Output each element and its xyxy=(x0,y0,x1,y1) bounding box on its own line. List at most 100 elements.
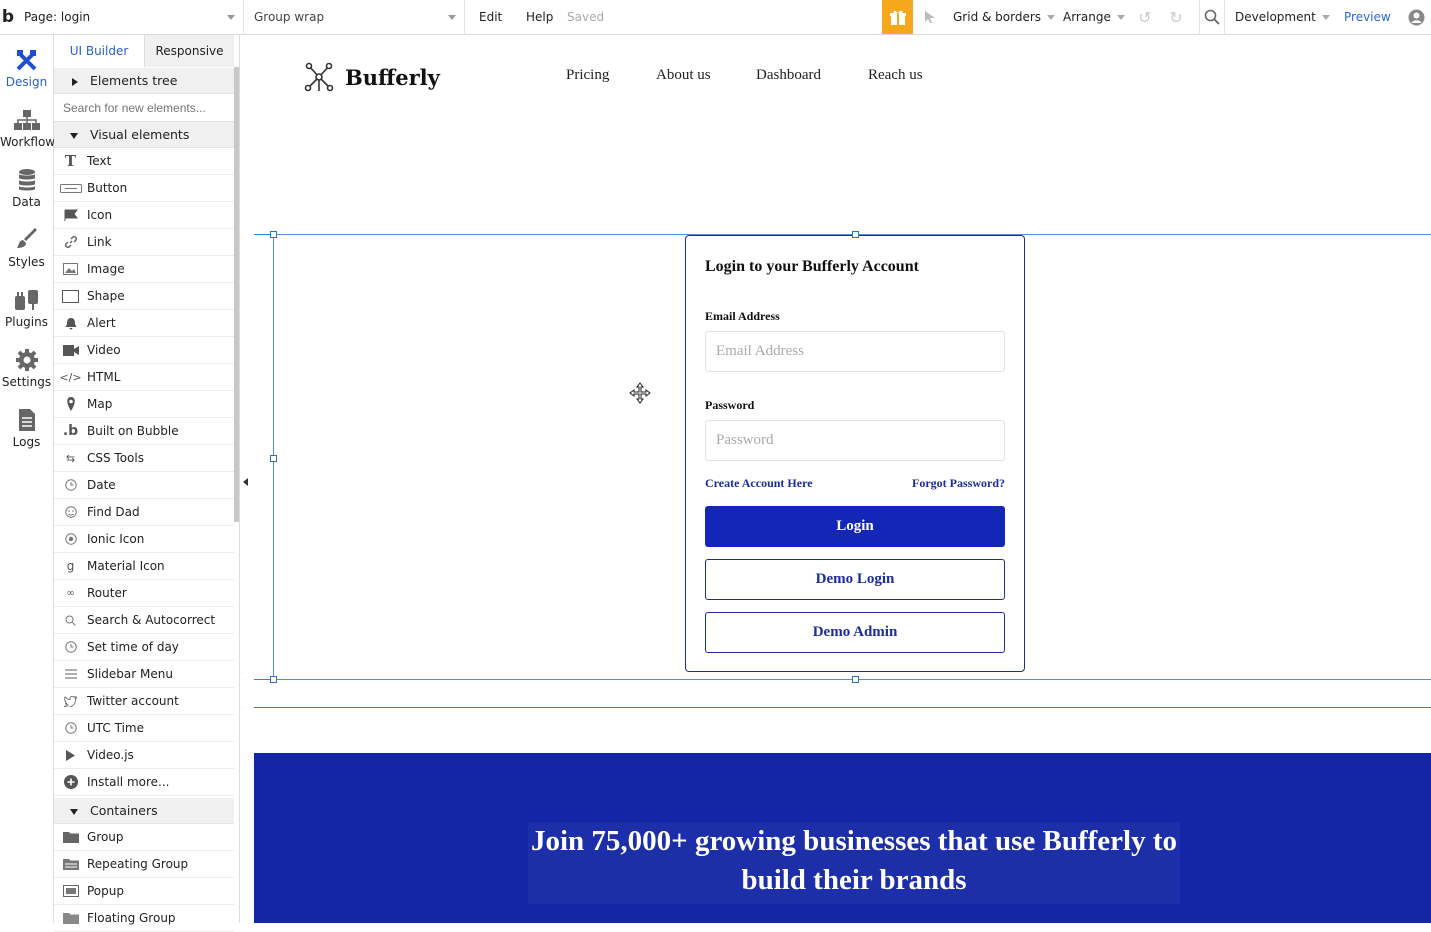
brand-name: Bufferly xyxy=(345,64,440,90)
list-item[interactable]: Ionic Icon xyxy=(54,526,234,553)
login-button[interactable]: Login xyxy=(705,506,1005,547)
list-item[interactable]: Popup xyxy=(54,878,234,905)
list-item-label: Built on Bubble xyxy=(87,424,179,438)
gift-icon xyxy=(889,10,906,25)
list-item[interactable]: Date xyxy=(54,472,234,499)
list-item[interactable]: .b Built on Bubble xyxy=(54,418,234,445)
nav-data-label: Data xyxy=(12,195,41,209)
list-item[interactable]: Alert xyxy=(54,310,234,337)
list-item[interactable]: ⇆ CSS Tools xyxy=(54,445,234,472)
chevron-down-icon xyxy=(1116,14,1125,20)
list-item[interactable]: Find Dad xyxy=(54,499,234,526)
list-item[interactable]: Icon xyxy=(54,202,234,229)
gift-button[interactable] xyxy=(882,0,913,34)
containers-toggle[interactable]: Containers xyxy=(54,798,234,824)
nav-settings[interactable]: Settings xyxy=(0,340,53,400)
list-item-label: Button xyxy=(87,181,128,195)
nav-design[interactable]: Design xyxy=(0,40,53,100)
nav-data[interactable]: Data xyxy=(0,160,53,220)
environment-selector[interactable]: Development xyxy=(1235,0,1330,34)
element-search-input[interactable] xyxy=(54,95,234,122)
search-button[interactable] xyxy=(1199,0,1225,34)
list-item[interactable]: ∞ Router xyxy=(54,580,234,607)
nav-reach-us[interactable]: Reach us xyxy=(868,67,923,84)
folder-icon xyxy=(54,831,87,843)
page-selector[interactable]: Page: login xyxy=(16,0,244,34)
list-item[interactable]: UTC Time xyxy=(54,715,234,742)
nav-about-us[interactable]: About us xyxy=(656,67,711,84)
password-field[interactable] xyxy=(705,420,1005,461)
collapse-panel-icon[interactable] xyxy=(243,478,248,486)
list-item[interactable]: Video xyxy=(54,337,234,364)
list-item-label: Slidebar Menu xyxy=(87,667,173,681)
list-item[interactable]: Set time of day xyxy=(54,634,234,661)
list-item[interactable]: Video.js xyxy=(54,742,234,769)
list-item-label: Router xyxy=(87,586,127,600)
list-item[interactable]: Image xyxy=(54,256,234,283)
account-button[interactable] xyxy=(1405,0,1427,34)
demo-login-button[interactable]: Demo Login xyxy=(705,559,1005,600)
list-item[interactable]: Install more... xyxy=(54,769,234,796)
email-field[interactable] xyxy=(705,331,1005,372)
nav-workflow-label: Workflow xyxy=(0,135,56,149)
chevron-down-icon xyxy=(1047,14,1056,20)
edit-menu[interactable]: Edit xyxy=(479,0,502,34)
list-item[interactable]: Twitter account xyxy=(54,688,234,715)
preview-button[interactable]: Preview xyxy=(1344,0,1391,34)
list-item-label: Twitter account xyxy=(87,694,179,708)
tab-responsive[interactable]: Responsive xyxy=(143,35,234,67)
list-item[interactable]: Group xyxy=(54,824,234,851)
inspect-button[interactable] xyxy=(920,0,940,34)
nav-pricing[interactable]: Pricing xyxy=(566,67,609,84)
resize-handle[interactable] xyxy=(852,231,859,238)
demo-admin-button[interactable]: Demo Admin xyxy=(705,612,1005,653)
list-item[interactable]: Floating Group xyxy=(54,905,234,932)
list-item-label: Video.js xyxy=(87,748,134,762)
cta-headline: Join 75,000+ growing businesses that use… xyxy=(531,825,1177,896)
list-item[interactable]: g Material Icon xyxy=(54,553,234,580)
bubble-logo[interactable]: b xyxy=(0,0,16,34)
nav-workflow[interactable]: Workflow xyxy=(0,100,56,160)
nav-plugins[interactable]: Plugins xyxy=(0,280,53,340)
panel-scrollbar[interactable] xyxy=(234,67,239,522)
resize-handle[interactable] xyxy=(852,676,859,683)
top-toolbar: b Page: login Group wrap Edit Help Saved… xyxy=(0,0,1431,35)
redo-button[interactable]: ↻ xyxy=(1166,0,1186,34)
visual-elements-toggle[interactable]: Visual elements xyxy=(54,122,234,148)
create-account-link[interactable]: Create Account Here xyxy=(705,476,813,491)
list-item[interactable]: Slidebar Menu xyxy=(54,661,234,688)
list-item-label: HTML xyxy=(87,370,121,384)
list-item[interactable]: Shape xyxy=(54,283,234,310)
list-item[interactable]: Link xyxy=(54,229,234,256)
list-item[interactable]: Search & Autocorrect xyxy=(54,607,234,634)
nav-logs[interactable]: Logs xyxy=(0,400,53,460)
panel-tabs: UI Builder Responsive xyxy=(54,35,234,67)
clock-icon xyxy=(54,722,87,734)
arrange-menu[interactable]: Arrange xyxy=(1063,0,1125,34)
list-item[interactable]: </> HTML xyxy=(54,364,234,391)
list-item[interactable]: T Text xyxy=(54,148,234,175)
pointer-icon xyxy=(925,11,935,23)
help-menu[interactable]: Help xyxy=(526,0,553,34)
resize-handle[interactable] xyxy=(270,676,277,683)
undo-button[interactable]: ↺ xyxy=(1135,0,1155,34)
list-item[interactable]: Map xyxy=(54,391,234,418)
nav-styles[interactable]: Styles xyxy=(0,220,53,280)
repeating-group-icon xyxy=(54,858,87,870)
network-logo-icon xyxy=(304,62,334,92)
list-item[interactable]: Repeating Group xyxy=(54,851,234,878)
resize-handle[interactable] xyxy=(270,455,277,462)
tab-ui-builder[interactable]: UI Builder xyxy=(54,35,144,67)
brand[interactable]: Bufferly xyxy=(303,61,440,93)
resize-handle[interactable] xyxy=(270,231,277,238)
list-item[interactable]: Button xyxy=(54,175,234,202)
twitter-icon xyxy=(54,695,87,707)
forgot-password-link[interactable]: Forgot Password? xyxy=(912,476,1005,491)
element-selector[interactable]: Group wrap xyxy=(245,0,465,34)
elements-tree-toggle[interactable]: Elements tree xyxy=(54,68,234,94)
grid-borders-menu[interactable]: Grid & borders xyxy=(953,0,1056,34)
map-pin-icon xyxy=(54,397,87,411)
flag-icon xyxy=(54,209,87,221)
nav-dashboard[interactable]: Dashboard xyxy=(756,67,821,84)
clock-icon xyxy=(54,479,87,491)
